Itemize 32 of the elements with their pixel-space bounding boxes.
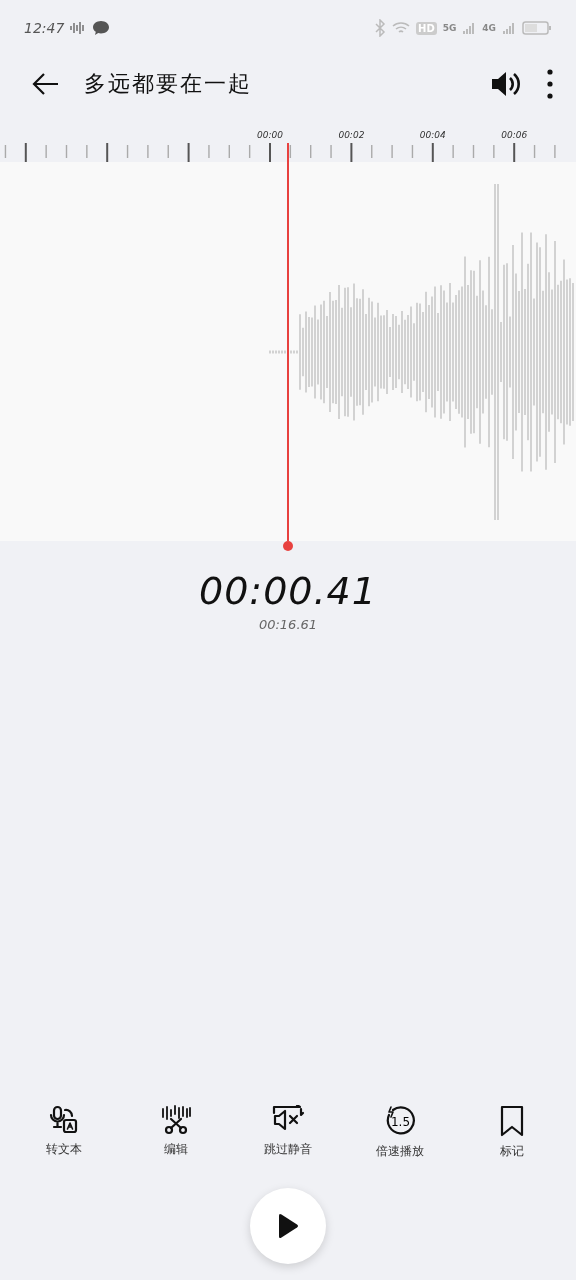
tool-button[interactable]: 编辑 <box>120 1105 232 1160</box>
signal-icon <box>462 21 477 35</box>
time-label: 00:04 <box>419 130 446 140</box>
time-label: 00:00 <box>257 130 283 140</box>
battery-icon <box>522 20 552 36</box>
tool-button[interactable]: 跳过静音 <box>232 1105 344 1160</box>
wifi-icon <box>392 21 410 35</box>
signal-icon <box>502 21 516 35</box>
tool-button[interactable]: 转文本 <box>8 1105 120 1160</box>
scissors-icon <box>160 1105 192 1135</box>
tool-button[interactable]: 标记 <box>456 1105 568 1160</box>
time-label: 00:06 <box>501 130 528 140</box>
recording-title: 多远都要在一起 <box>84 70 253 98</box>
total-duration: 00:16.61 <box>258 617 318 632</box>
chat-bubble-icon <box>92 20 111 36</box>
tool-button[interactable]: 1.5 倍速播放 <box>344 1105 456 1160</box>
transcribe-icon <box>48 1105 80 1135</box>
network-label: 5G <box>442 23 457 33</box>
back-arrow-icon[interactable] <box>32 72 60 96</box>
bookmark-icon <box>499 1105 525 1137</box>
play-button[interactable] <box>250 1188 326 1264</box>
playhead-handle[interactable] <box>283 541 293 551</box>
more-options-icon[interactable] <box>546 69 554 99</box>
playhead-line <box>287 143 289 162</box>
play-icon <box>277 1213 299 1239</box>
status-time: 12:47 <box>24 20 65 36</box>
network-label: 4G <box>482 23 496 33</box>
bluetooth-icon <box>374 19 386 37</box>
speaker-icon[interactable] <box>490 70 522 98</box>
time-label: 00:02 <box>338 130 365 140</box>
sound-wave-icon <box>70 21 87 35</box>
current-time: 00:00.41 <box>199 569 377 613</box>
